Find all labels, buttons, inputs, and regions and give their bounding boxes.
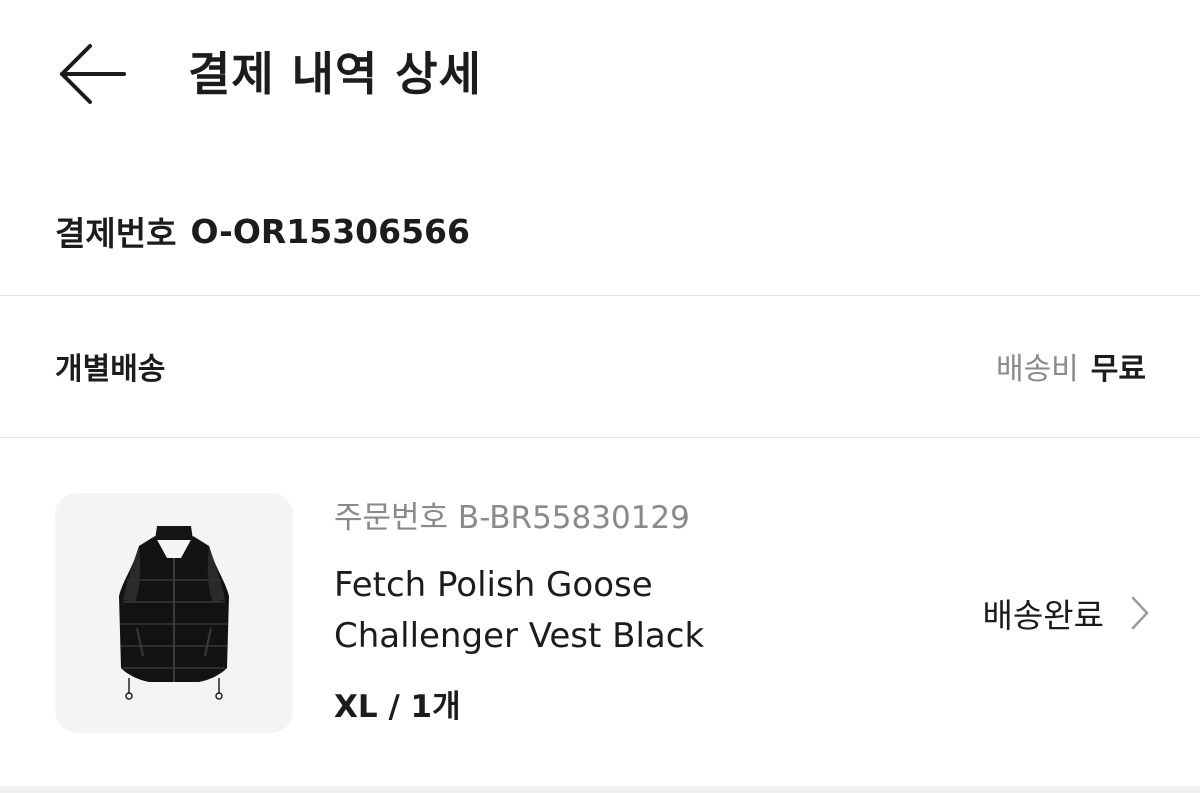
payment-number-value: O-OR15306566 [190,211,470,251]
section-separator [0,786,1200,793]
product-name: Fetch Polish Goose Challenger Vest Black [334,560,854,662]
order-item[interactable]: 주문번호 B-BR55830129 Fetch Polish Goose Cha… [0,440,1200,786]
product-name-line-2: Challenger Vest Black [334,616,705,656]
payment-detail-screen: 결제 내역 상세 결제번호 O-OR15306566 개별배송 배송비 무료 주… [0,0,1200,793]
product-option: XL / 1개 [334,689,461,725]
order-number: 주문번호 B-BR55830129 [334,500,690,536]
product-name-line-1: Fetch Polish Goose [334,565,653,605]
delivery-status-label: 배송완료 [982,596,1104,635]
chevron-right-icon [1130,595,1150,631]
arrow-left-icon [60,44,126,104]
divider [0,437,1200,438]
puffer-vest-image [119,526,229,700]
payment-number-label: 결제번호 [55,214,177,253]
shipping-fee-label: 배송비 [995,352,1079,387]
page-title: 결제 내역 상세 [188,47,482,101]
shipping-type-label: 개별배송 [55,352,166,387]
product-thumbnail[interactable] [55,493,293,733]
back-button[interactable] [52,38,132,110]
divider [0,295,1200,296]
payment-number-row: 결제번호 O-OR15306566 [55,205,470,257]
shipping-fee: 배송비 무료 [996,343,1146,389]
shipping-fee-value: 무료 [1090,352,1146,387]
delivery-status[interactable]: 배송완료 [983,588,1150,638]
header: 결제 내역 상세 [0,0,1200,150]
